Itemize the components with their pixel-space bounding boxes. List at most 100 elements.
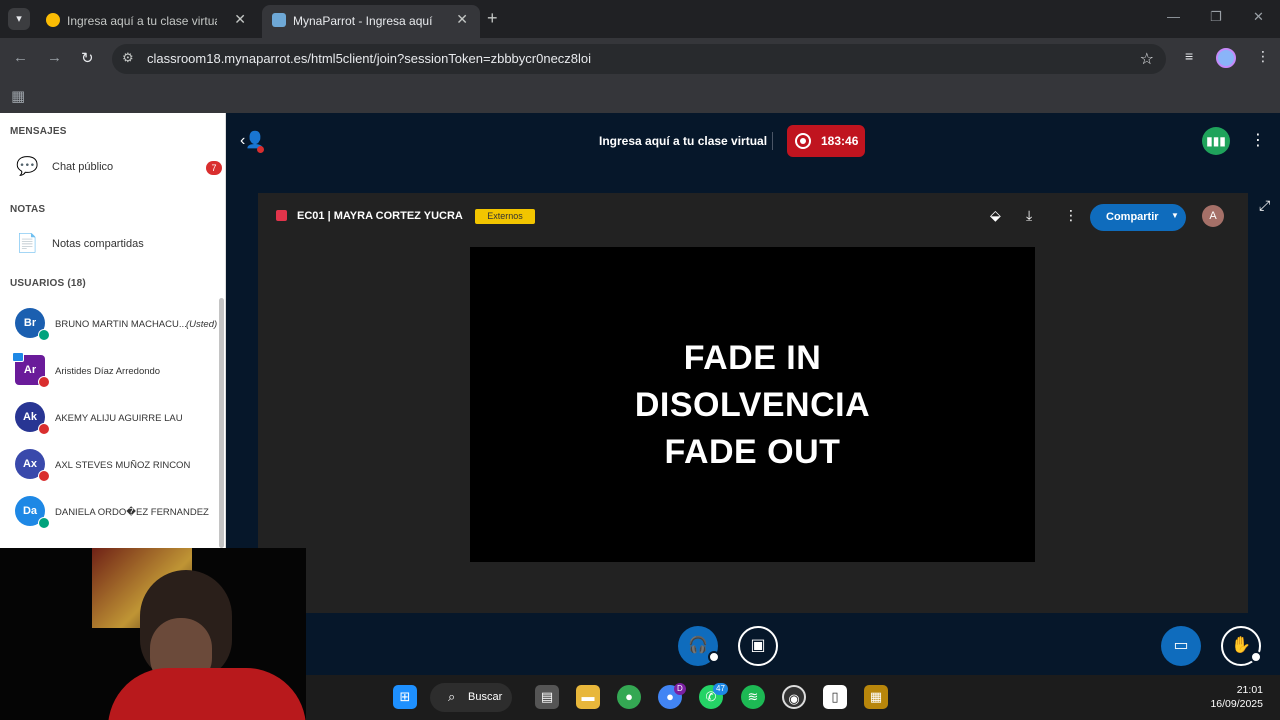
meeting-controls-bar: 🎧 ▣ ▭ ✋ xyxy=(226,613,1280,675)
camera-off-button[interactable]: ▣ xyxy=(738,626,778,666)
share-button[interactable]: Compartir ▼ xyxy=(1090,204,1186,231)
more-options-icon[interactable]: ⋮ xyxy=(1250,130,1266,150)
apps-grid-icon[interactable]: ▦ xyxy=(11,87,25,105)
user-list-item[interactable]: Br BRUNO MARTIN MACHACU... (Usted) xyxy=(0,304,218,344)
mic-on-icon xyxy=(38,329,50,341)
forward-arrow-icon[interactable]: → xyxy=(47,49,62,66)
media-controls-icon[interactable]: ≡ xyxy=(1185,48,1193,64)
presentation-slide: FADE IN DISOLVENCIA FADE OUT xyxy=(470,247,1035,562)
taskbar-search[interactable]: ⌕ Buscar xyxy=(430,683,512,712)
document-icon[interactable]: ▯ xyxy=(823,685,847,709)
sidebar-item-shared-notes[interactable]: 📄 Notas compartidas xyxy=(0,230,224,260)
window-close-icon[interactable]: ✕ xyxy=(1253,9,1264,25)
audio-status-dot xyxy=(708,651,720,663)
sidebar-scrollbar[interactable] xyxy=(219,298,224,548)
notification-dot xyxy=(257,146,264,153)
webcam-person-shirt xyxy=(108,668,306,720)
unread-badge: 7 xyxy=(206,161,222,175)
search-icon: ⌕ xyxy=(448,689,456,704)
user-name: DANIELA ORDO�EZ FERNANDEZ xyxy=(55,507,209,518)
bookmarks-bar xyxy=(0,80,1280,113)
tab-title: MynaParrot - Ingresa aquí a tu clase vir… xyxy=(293,14,433,28)
user-list-item[interactable]: Ax AXL STEVES MUÑOZ RINCON xyxy=(0,445,218,485)
user-name: AKEMY ALIJU AGUIRRE LAU xyxy=(55,413,183,424)
misc-app-icon[interactable]: ▦ xyxy=(864,685,888,709)
site-info-icon[interactable]: ⚙ xyxy=(122,50,134,66)
record-icon xyxy=(795,133,811,149)
sidebar-item-public-chat[interactable]: 💬 Chat público 7 xyxy=(0,153,224,183)
browser-menu-icon[interactable]: ⋮ xyxy=(1256,48,1270,65)
reload-icon[interactable]: ↻ xyxy=(81,49,94,67)
recording-time: 183:46 xyxy=(821,134,859,148)
mic-on-icon xyxy=(38,517,50,529)
classroom-favicon-icon xyxy=(46,13,60,27)
task-view-icon[interactable]: ▤ xyxy=(535,685,559,709)
stage-more-icon[interactable]: ⋮ xyxy=(1064,207,1078,224)
address-bar[interactable]: ⚙ classroom18.mynaparrot.es/html5client/… xyxy=(112,44,1166,74)
browser-tab-strip: ▾ Ingresa aquí a tu clase virtual ✕ Myna… xyxy=(0,0,1280,38)
sidebar-panel: MENSAJES 💬 Chat público 7 NOTAS 📄 Notas … xyxy=(0,113,226,548)
new-tab-plus-icon[interactable]: + xyxy=(487,8,498,29)
users-header: USUARIOS (18) xyxy=(10,278,86,289)
chrome-icon[interactable]: ● xyxy=(617,685,641,709)
meeting-main-area: ‹👤 Ingresa aquí a tu clase virtual 183:4… xyxy=(226,113,1280,675)
windows-taskbar: ⊞ ⌕ Buscar ▤ ▬ ● ● D ✆ 47 ≋ ◉ ▯ ▦ 21:01 … xyxy=(306,675,1280,720)
tab-close-icon[interactable]: ✕ xyxy=(456,11,468,28)
whatsapp-unread-badge: 47 xyxy=(713,683,728,695)
messages-header: MENSAJES xyxy=(10,126,67,137)
spotify-icon[interactable]: ≋ xyxy=(741,685,765,709)
notes-header: NOTAS xyxy=(10,204,46,215)
user-list-item[interactable]: Da DANIELA ORDO�EZ FERNANDEZ xyxy=(0,492,218,532)
taskbar-clock[interactable]: 21:01 16/09/2025 xyxy=(1201,684,1263,710)
url-text: classroom18.mynaparrot.es/html5client/jo… xyxy=(147,51,592,66)
mic-off-icon xyxy=(38,376,50,388)
slide-line: DISOLVENCIA xyxy=(634,386,871,424)
tab-search-chevron-icon[interactable]: ▾ xyxy=(8,8,30,30)
you-label: (Usted) xyxy=(186,319,218,330)
slide-line: FADE OUT xyxy=(664,433,841,471)
minimize-icon[interactable]: — xyxy=(1167,9,1180,24)
user-name: AXL STEVES MUÑOZ RINCON xyxy=(55,460,191,471)
mynaparrot-favicon-icon xyxy=(272,13,286,27)
meeting-title: Ingresa aquí a tu clase virtual xyxy=(599,134,768,148)
obs-recorder-icon[interactable]: ◉ xyxy=(782,685,806,709)
mic-off-icon xyxy=(38,423,50,435)
chrome-profile-badge: D xyxy=(674,683,686,695)
share-screen-button[interactable]: ▭ xyxy=(1161,626,1201,666)
fullscreen-icon[interactable]: ⤢ xyxy=(1259,197,1270,214)
current-user-avatar[interactable]: A xyxy=(1202,205,1224,227)
mic-off-icon xyxy=(38,470,50,482)
user-list-item[interactable]: Ak AKEMY ALIJU AGUIRRE LAU xyxy=(0,398,218,438)
external-tag: Externos xyxy=(475,209,535,224)
tab-title: Ingresa aquí a tu clase virtual xyxy=(67,14,217,28)
profile-avatar-icon[interactable] xyxy=(1216,48,1236,68)
caret-down-icon: ▼ xyxy=(1171,211,1179,220)
user-name: Aristides Díaz Arredondo xyxy=(55,366,161,377)
public-chat-label: Chat público xyxy=(52,161,114,173)
windows-start-icon[interactable]: ⊞ xyxy=(393,685,417,709)
connection-status-icon[interactable]: ▮▮▮ xyxy=(1202,127,1230,155)
user-list-item[interactable]: Ar Aristides Díaz Arredondo xyxy=(0,351,218,391)
file-explorer-icon[interactable]: ▬ xyxy=(576,685,600,709)
title-divider xyxy=(772,132,773,150)
recording-indicator[interactable]: 183:46 xyxy=(787,125,865,157)
layers-icon[interactable]: ⬙ xyxy=(990,207,1001,224)
back-arrow-icon[interactable]: ← xyxy=(13,49,28,66)
restore-icon[interactable]: ❐ xyxy=(1210,9,1222,25)
presentation-icon xyxy=(276,210,287,221)
browser-toolbar: ← → ↻ ⚙ classroom18.mynaparrot.es/html5c… xyxy=(0,38,1280,80)
clock-time: 21:01 xyxy=(1236,684,1263,696)
tab-close-icon[interactable]: ✕ xyxy=(234,11,246,28)
download-icon[interactable]: ⤓ xyxy=(1026,207,1032,224)
slide-line: FADE IN xyxy=(683,339,822,377)
search-label: Buscar xyxy=(468,691,503,703)
chat-bubble-icon: 💬 xyxy=(16,156,39,176)
bookmark-star-icon[interactable]: ☆ xyxy=(1140,49,1154,69)
webcam-overlay xyxy=(0,548,306,720)
presentation-stage: EC01 | MAYRA CORTEZ YUCRA Externos ⬙ ⤓ ⋮… xyxy=(258,193,1248,613)
browser-tab-active[interactable]: MynaParrot - Ingresa aquí a tu clase vir… xyxy=(262,5,480,38)
clock-date: 16/09/2025 xyxy=(1210,698,1263,710)
browser-tab-inactive[interactable]: Ingresa aquí a tu clase virtual ✕ xyxy=(36,5,258,38)
presenter-name: EC01 | MAYRA CORTEZ YUCRA xyxy=(297,210,463,222)
user-name: BRUNO MARTIN MACHACU... xyxy=(55,319,187,330)
